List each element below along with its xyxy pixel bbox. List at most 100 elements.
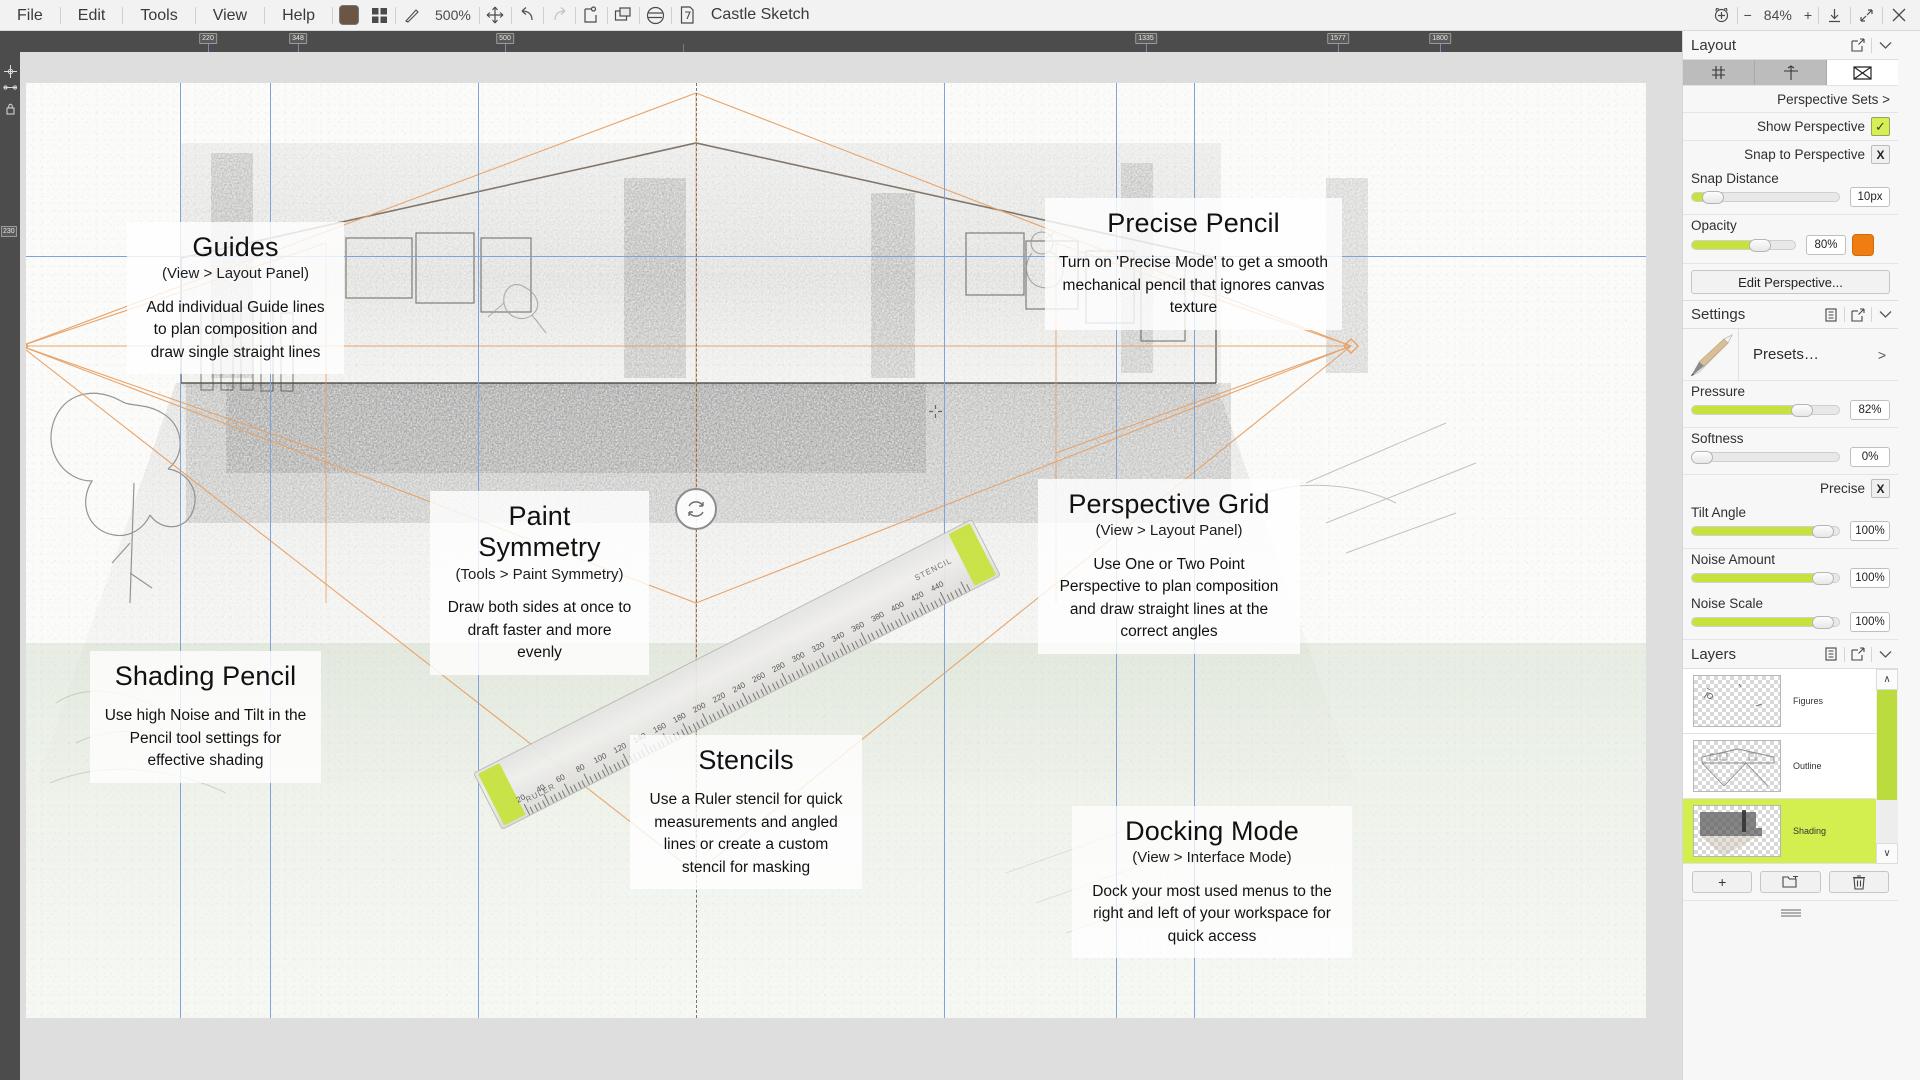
menu-tools[interactable]: Tools (123, 0, 194, 31)
palette-grid-icon[interactable] (364, 0, 395, 31)
download-icon[interactable] (1819, 0, 1850, 31)
zoom-out-button[interactable]: − (1738, 7, 1758, 23)
perspective-sets-row[interactable]: Perspective Sets > (1683, 86, 1898, 113)
noise-amount-row[interactable]: 100% (1683, 568, 1898, 593)
layout-mode-tabs[interactable] (1683, 60, 1898, 86)
layers-scrollbar[interactable]: ∧∨ (1876, 669, 1898, 864)
menu-edit[interactable]: Edit (61, 0, 123, 31)
fit-screen-icon[interactable] (1706, 0, 1737, 31)
list-icon[interactable] (1818, 301, 1844, 329)
layer-row[interactable]: Figures (1683, 669, 1898, 734)
merge-icon[interactable] (640, 0, 671, 31)
layer-row[interactable]: Outline (1683, 734, 1898, 799)
popout-icon[interactable] (1845, 640, 1871, 668)
softness-slider[interactable] (1691, 452, 1840, 462)
opacity-value[interactable]: 80% (1806, 235, 1846, 255)
chevron-down-icon[interactable] (1872, 640, 1898, 668)
perspective-color-swatch[interactable] (1852, 234, 1874, 256)
menu-help[interactable]: Help (265, 0, 332, 31)
noise-amount-value[interactable]: 100% (1850, 568, 1890, 588)
pressure-value[interactable]: 82% (1850, 400, 1890, 420)
redo-icon[interactable] (544, 0, 575, 31)
top-ruler[interactable]: 220348500133515771800 (20, 31, 1682, 52)
scroll-up-button[interactable]: ∧ (1876, 669, 1898, 690)
slider-knob[interactable] (1702, 191, 1724, 204)
guide-line-icon[interactable] (2, 80, 18, 94)
slider-knob[interactable] (1691, 451, 1713, 464)
scroll-down-button[interactable]: ∨ (1876, 843, 1898, 864)
list-icon[interactable] (1818, 640, 1844, 668)
color-swatch-button[interactable] (333, 0, 364, 31)
menu-view[interactable]: View (196, 0, 264, 31)
guide-add-icon[interactable] (2, 64, 18, 78)
slider-knob[interactable] (1812, 572, 1834, 585)
zoom-in-button[interactable]: + (1798, 7, 1818, 23)
delete-layer-button[interactable] (1829, 871, 1889, 893)
layers-action-buttons[interactable]: + (1683, 864, 1898, 901)
canvas-viewport[interactable]: 2040608010012014016018020022024026028030… (20, 52, 1682, 1080)
tilt-angle-row[interactable]: 100% (1683, 521, 1898, 549)
guide-lock-icon[interactable] (2, 102, 18, 116)
guides-tab[interactable] (1755, 60, 1827, 85)
scrollbar-track[interactable] (1876, 690, 1898, 843)
chevron-down-icon[interactable] (1872, 31, 1898, 59)
noise-scale-value[interactable]: 100% (1850, 612, 1890, 632)
layer-row[interactable]: Shading (1683, 799, 1898, 864)
canvas-zoom-level[interactable]: 500% (427, 7, 479, 23)
panel-resize-grip[interactable] (1683, 901, 1898, 923)
close-icon[interactable] (1883, 0, 1914, 31)
artboard[interactable]: 2040608010012014016018020022024026028030… (26, 83, 1646, 1018)
slider-knob[interactable] (1749, 239, 1771, 252)
show-perspective-row[interactable]: Show Perspective ✓ (1683, 113, 1898, 141)
tilt-angle-value[interactable]: 100% (1850, 521, 1890, 541)
popout-icon[interactable] (1845, 301, 1871, 329)
move-transform-icon[interactable] (480, 0, 511, 31)
snap-to-perspective-row[interactable]: Snap to Perspective X (1683, 141, 1898, 168)
snap-distance-row[interactable]: 10px (1683, 187, 1898, 215)
presets-chevron-icon[interactable]: > (1878, 329, 1898, 380)
softness-value[interactable]: 0% (1850, 447, 1890, 467)
undo-icon[interactable] (512, 0, 543, 31)
slider-knob[interactable] (1812, 616, 1834, 629)
pressure-slider[interactable] (1691, 405, 1840, 415)
opacity-row[interactable]: 80% (1683, 234, 1898, 264)
expand-icon[interactable] (1851, 0, 1882, 31)
left-ruler[interactable]: 230 (0, 31, 20, 1080)
slider-knob[interactable] (1791, 404, 1813, 417)
pressure-row[interactable]: 82% (1683, 400, 1898, 428)
paint-symmetry-handle[interactable] (675, 488, 717, 530)
ruler-guide-marker[interactable] (208, 44, 209, 52)
ruler-guide-marker[interactable] (505, 44, 506, 52)
noise-amount-slider[interactable] (1691, 573, 1840, 583)
chevron-down-icon[interactable] (1872, 301, 1898, 329)
scrollbar-thumb[interactable] (1877, 690, 1897, 800)
ruler-symmetry-marker[interactable] (683, 44, 684, 52)
noise-scale-row[interactable]: 100% (1683, 612, 1898, 640)
ruler-guide-marker[interactable] (1440, 44, 1441, 52)
presets-row[interactable]: Presets… > (1683, 329, 1898, 381)
precise-row[interactable]: Precise X (1683, 475, 1898, 502)
grid-tab[interactable] (1683, 60, 1755, 85)
precise-toggle[interactable]: X (1871, 479, 1890, 498)
export-icon[interactable] (576, 0, 607, 31)
noise-scale-slider[interactable] (1691, 617, 1840, 627)
show-perspective-checkbox[interactable]: ✓ (1871, 117, 1890, 136)
softness-row[interactable]: 0% (1683, 447, 1898, 475)
slider-knob[interactable] (1812, 525, 1834, 538)
add-layer-button[interactable]: + (1692, 871, 1752, 893)
group-layer-button[interactable] (1760, 871, 1820, 893)
presets-label[interactable]: Presets… (1739, 329, 1878, 380)
brush-icon[interactable] (396, 0, 427, 31)
ruler-guide-marker[interactable] (298, 44, 299, 52)
duplicate-icon[interactable] (608, 0, 639, 31)
snap-distance-slider[interactable] (1691, 192, 1840, 202)
menu-file[interactable]: File (0, 0, 60, 31)
ruler-guide-marker[interactable] (1338, 44, 1339, 52)
left-ruler-tools[interactable] (2, 64, 18, 116)
perspective-tab[interactable] (1827, 60, 1898, 85)
snap-to-perspective-toggle[interactable]: X (1871, 145, 1890, 164)
edit-perspective-button[interactable]: Edit Perspective... (1691, 270, 1890, 294)
tilt-angle-slider[interactable] (1691, 526, 1840, 536)
opacity-slider[interactable] (1691, 240, 1796, 250)
ruler-guide-marker[interactable] (1146, 44, 1147, 52)
